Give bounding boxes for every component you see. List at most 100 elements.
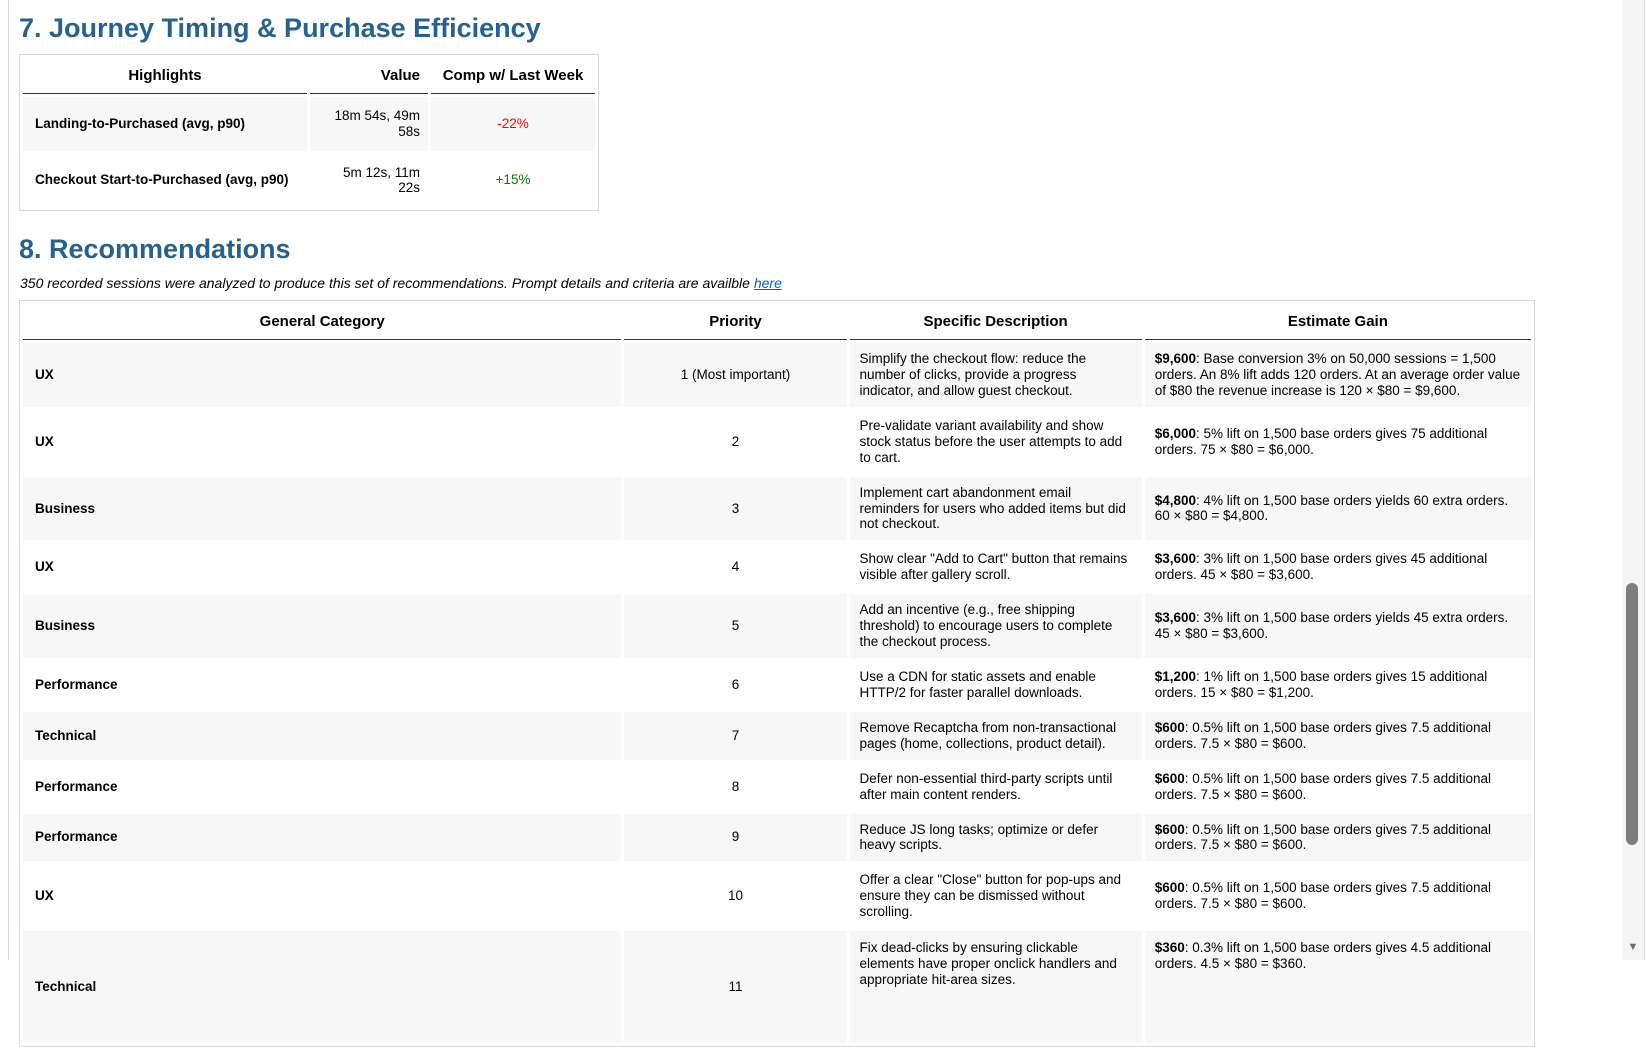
section-8-heading: 8. Recommendations — [19, 235, 1539, 265]
scrollbar-track[interactable]: ▼ — [1622, 0, 1645, 960]
priority-cell: 10 — [624, 864, 846, 928]
category-cell: Business — [23, 594, 621, 658]
timing-table-header-row: Highlights Value Comp w/ Last Week — [23, 58, 595, 94]
description-cell: Remove Recaptcha from non-transactional … — [850, 712, 1142, 760]
description-cell: Simplify the checkout flow: reduce the n… — [850, 343, 1142, 407]
estimate-gain-cell: $600: 0.5% lift on 1,500 base orders giv… — [1145, 712, 1531, 760]
intro-text: 350 recorded sessions were analyzed to p… — [20, 275, 750, 291]
category-cell: UX — [23, 543, 621, 591]
estimate-gain-cell: $360: 0.3% lift on 1,500 base orders giv… — [1145, 931, 1531, 1043]
estimate-gain-cell: $4,800: 4% lift on 1,500 base orders yie… — [1145, 477, 1531, 541]
timing-table-row: Checkout Start-to-Purchased (avg, p90) 5… — [23, 154, 595, 208]
description-cell: Show clear "Add to Cart" button that rem… — [850, 543, 1142, 591]
gain-detail: : 1% lift on 1,500 base orders gives 15 … — [1155, 669, 1487, 700]
gain-detail: : 0.3% lift on 1,500 base orders gives 4… — [1155, 940, 1491, 971]
priority-cell: 5 — [624, 594, 846, 658]
timing-header-highlights: Highlights — [23, 58, 307, 94]
priority-cell: 9 — [624, 814, 846, 862]
description-cell: Pre-validate variant availability and sh… — [850, 410, 1142, 474]
recommendation-row: Business 5 Add an incentive (e.g., free … — [23, 594, 1531, 658]
gain-detail: : 3% lift on 1,500 base orders gives 45 … — [1155, 551, 1487, 582]
gain-detail: : 0.5% lift on 1,500 base orders gives 7… — [1155, 720, 1491, 751]
priority-cell: 4 — [624, 543, 846, 591]
recommendation-row: UX 1 (Most important) Simplify the check… — [23, 343, 1531, 407]
timing-header-comp: Comp w/ Last Week — [431, 58, 595, 94]
priority-cell: 8 — [624, 763, 846, 811]
scrollbar-thumb[interactable] — [1626, 583, 1638, 845]
recommendation-row: Technical 7 Remove Recaptcha from non-tr… — [23, 712, 1531, 760]
gain-amount: $600 — [1155, 771, 1185, 786]
description-cell: Reduce JS long tasks; optimize or defer … — [850, 814, 1142, 862]
gain-amount: $3,600 — [1155, 610, 1196, 625]
gain-amount: $6,000 — [1155, 426, 1196, 441]
estimate-gain-cell: $600: 0.5% lift on 1,500 base orders giv… — [1145, 814, 1531, 862]
recommendations-intro: 350 recorded sessions were analyzed to p… — [20, 275, 1539, 291]
timing-metric-cell: Landing-to-Purchased (avg, p90) — [23, 97, 307, 151]
recommendation-row: Performance 8 Defer non-essential third-… — [23, 763, 1531, 811]
gain-amount: $1,200 — [1155, 669, 1196, 684]
category-cell: Technical — [23, 712, 621, 760]
timing-value-cell: 5m 12s, 11m 22s — [310, 154, 428, 208]
recommendation-row: Performance 9 Reduce JS long tasks; opti… — [23, 814, 1531, 862]
timing-value-cell: 18m 54s, 49m 58s — [310, 97, 428, 151]
category-cell: UX — [23, 343, 621, 407]
estimate-gain-cell: $3,600: 3% lift on 1,500 base orders giv… — [1145, 543, 1531, 591]
gain-amount: $3,600 — [1155, 551, 1196, 566]
priority-cell: 3 — [624, 477, 846, 541]
gain-detail: : 0.5% lift on 1,500 base orders gives 7… — [1155, 822, 1491, 853]
gain-amount: $9,600 — [1155, 351, 1196, 366]
category-cell: UX — [23, 410, 621, 474]
estimate-gain-cell: $3,600: 3% lift on 1,500 base orders yie… — [1145, 594, 1531, 658]
intro-here-link[interactable]: here — [754, 275, 782, 291]
gain-detail: : 0.5% lift on 1,500 base orders gives 7… — [1155, 880, 1491, 911]
rec-header-description: Specific Description — [850, 304, 1142, 340]
category-cell: Performance — [23, 763, 621, 811]
recommendation-row: Performance 6 Use a CDN for static asset… — [23, 661, 1531, 709]
timing-header-value: Value — [310, 58, 428, 94]
description-cell: Add an incentive (e.g., free shipping th… — [850, 594, 1142, 658]
gain-amount: $600 — [1155, 720, 1185, 735]
recommendation-row: UX 10 Offer a clear "Close" button for p… — [23, 864, 1531, 928]
gain-detail: : 3% lift on 1,500 base orders yields 45… — [1155, 610, 1508, 641]
description-cell: Defer non-essential third-party scripts … — [850, 763, 1142, 811]
priority-cell: 11 — [624, 931, 846, 1043]
gain-amount: $600 — [1155, 880, 1185, 895]
page-left-border — [8, 0, 9, 960]
description-cell: Offer a clear "Close" button for pop-ups… — [850, 864, 1142, 928]
rec-header-priority: Priority — [624, 304, 846, 340]
priority-cell: 6 — [624, 661, 846, 709]
rec-header-category: General Category — [23, 304, 621, 340]
scroll-down-button[interactable]: ▼ — [1622, 936, 1644, 958]
priority-cell: 2 — [624, 410, 846, 474]
timing-table-row: Landing-to-Purchased (avg, p90) 18m 54s,… — [23, 97, 595, 151]
gain-amount: $4,800 — [1155, 493, 1196, 508]
section-7-heading: 7. Journey Timing & Purchase Efficiency — [19, 14, 1539, 44]
report-content: 7. Journey Timing & Purchase Efficiency … — [19, 0, 1539, 1047]
recommendation-row: UX 4 Show clear "Add to Cart" button tha… — [23, 543, 1531, 591]
estimate-gain-cell: $6,000: 5% lift on 1,500 base orders giv… — [1145, 410, 1531, 474]
timing-comp-cell: +15% — [431, 154, 595, 208]
description-cell: Fix dead-clicks by ensuring clickable el… — [850, 931, 1142, 1043]
estimate-gain-cell: $600: 0.5% lift on 1,500 base orders giv… — [1145, 763, 1531, 811]
category-cell: UX — [23, 864, 621, 928]
timing-metric-cell: Checkout Start-to-Purchased (avg, p90) — [23, 154, 307, 208]
priority-cell: 1 (Most important) — [624, 343, 846, 407]
description-cell: Use a CDN for static assets and enable H… — [850, 661, 1142, 709]
gain-detail: : Base conversion 3% on 50,000 sessions … — [1155, 351, 1520, 398]
description-cell: Implement cart abandonment email reminde… — [850, 477, 1142, 541]
category-cell: Technical — [23, 931, 621, 1043]
category-cell: Business — [23, 477, 621, 541]
recommendation-row: UX 2 Pre-validate variant availability a… — [23, 410, 1531, 474]
scroll-down-icon: ▼ — [1628, 941, 1639, 953]
recommendation-row: Business 3 Implement cart abandonment em… — [23, 477, 1531, 541]
priority-cell: 7 — [624, 712, 846, 760]
estimate-gain-cell: $1,200: 1% lift on 1,500 base orders giv… — [1145, 661, 1531, 709]
gain-detail: : 5% lift on 1,500 base orders gives 75 … — [1155, 426, 1487, 457]
estimate-gain-cell: $9,600: Base conversion 3% on 50,000 ses… — [1145, 343, 1531, 407]
recommendations-table: General Category Priority Specific Descr… — [19, 300, 1535, 1047]
estimate-gain-cell: $600: 0.5% lift on 1,500 base orders giv… — [1145, 864, 1531, 928]
rec-header-gain: Estimate Gain — [1145, 304, 1531, 340]
gain-detail: : 4% lift on 1,500 base orders yields 60… — [1155, 493, 1508, 524]
recommendations-header-row: General Category Priority Specific Descr… — [23, 304, 1531, 340]
timing-comp-cell: -22% — [431, 97, 595, 151]
